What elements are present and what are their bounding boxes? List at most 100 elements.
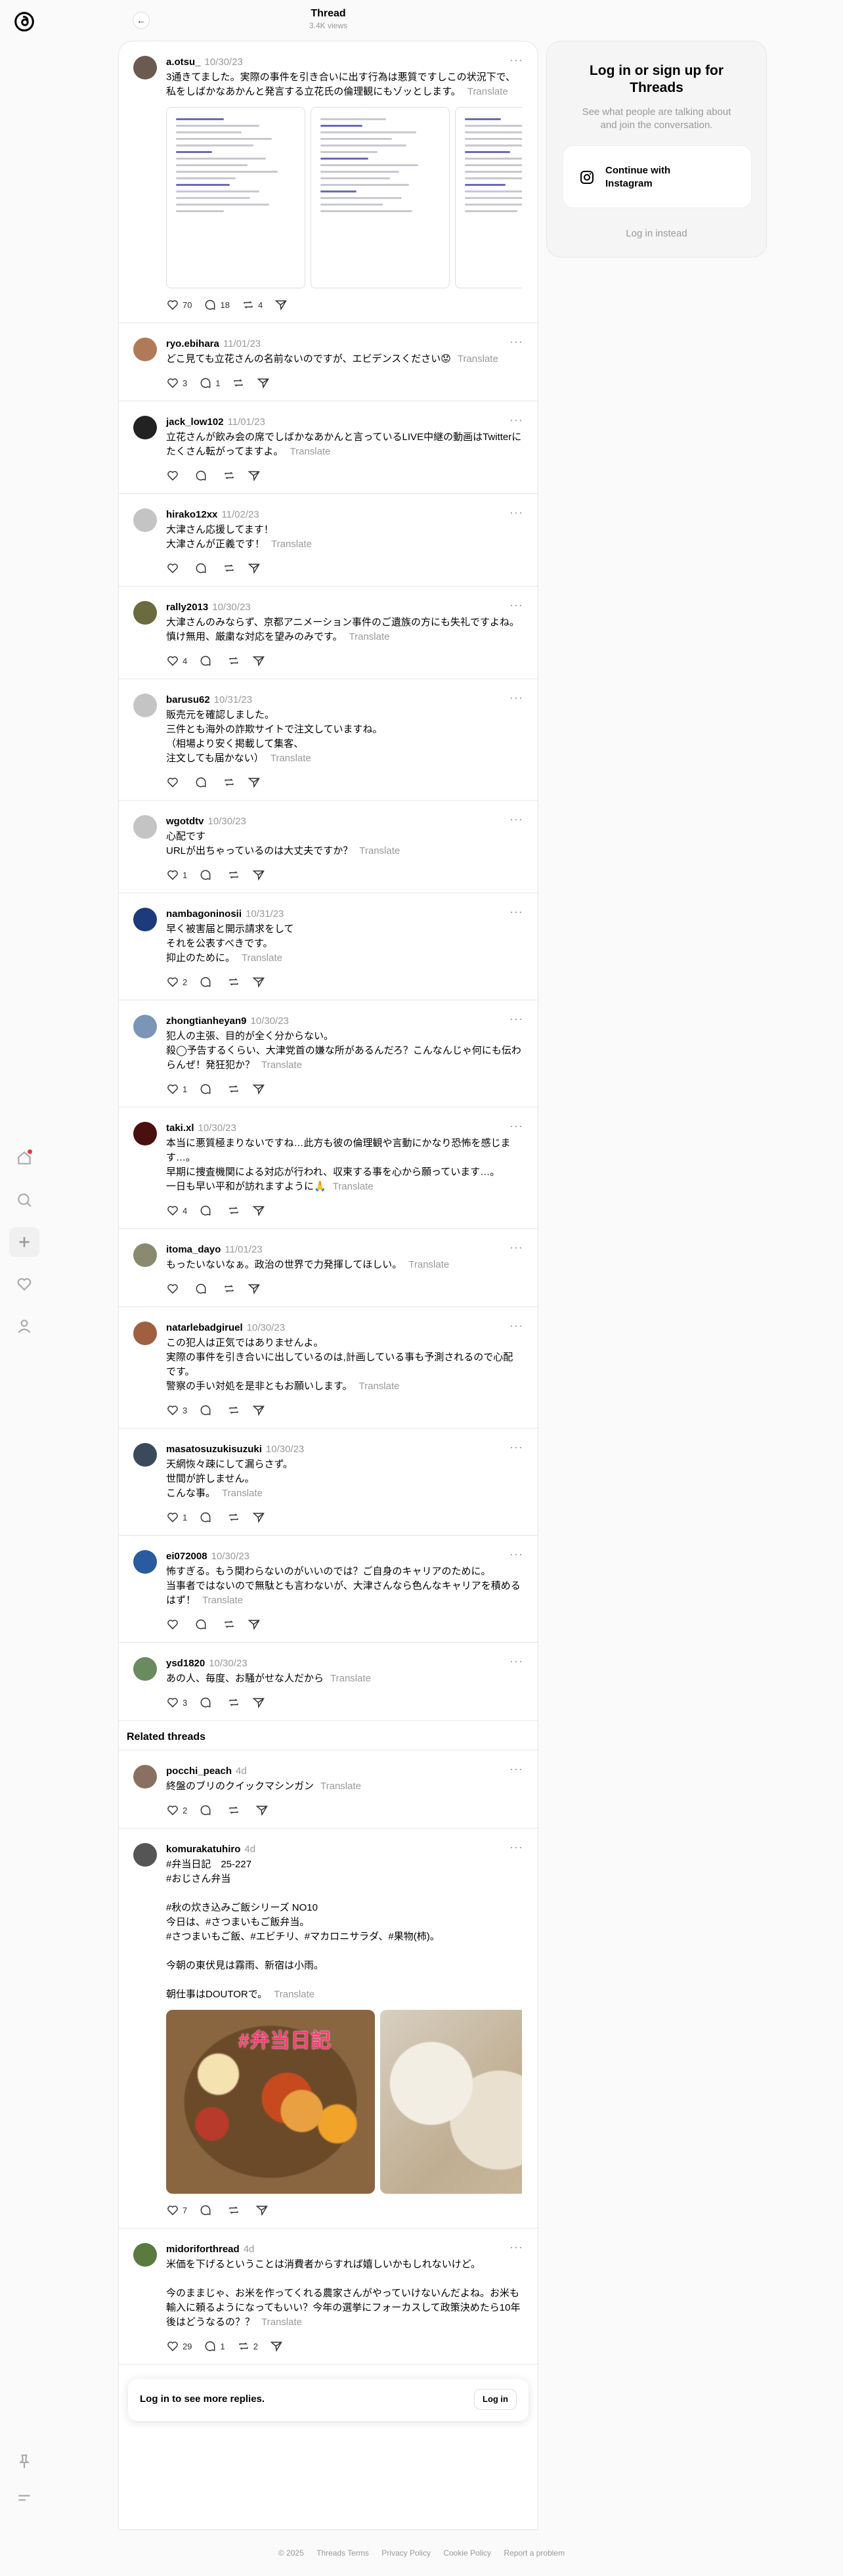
reply-button[interactable] xyxy=(199,868,215,881)
more-options-icon[interactable]: ··· xyxy=(509,1440,523,1454)
repost-button[interactable]: 2 xyxy=(237,2340,258,2353)
share-button[interactable] xyxy=(252,1082,265,1096)
reply-button[interactable] xyxy=(199,1804,215,1817)
username[interactable]: rally2013 xyxy=(166,602,208,613)
more-options-icon[interactable]: ··· xyxy=(509,335,523,349)
avatar[interactable] xyxy=(133,1657,157,1681)
share-button[interactable] xyxy=(252,868,265,881)
share-button[interactable] xyxy=(252,1696,265,1709)
continue-with-instagram-button[interactable]: Continue with Instagram xyxy=(563,145,752,208)
like-button[interactable]: 4 xyxy=(166,654,187,667)
reply-button[interactable] xyxy=(194,562,211,575)
footer-link[interactable]: Report a problem xyxy=(504,2548,565,2558)
reply-button[interactable]: 18 xyxy=(204,298,230,311)
reply-button[interactable] xyxy=(194,469,211,482)
menu-nav-button[interactable] xyxy=(9,2483,39,2513)
translate-link[interactable]: Translate xyxy=(290,446,331,457)
translate-link[interactable]: Translate xyxy=(271,539,312,550)
like-button[interactable]: 2 xyxy=(166,1804,187,1817)
avatar[interactable] xyxy=(133,1765,157,1788)
username[interactable]: nambagoninosii xyxy=(166,908,242,920)
like-button[interactable]: 1 xyxy=(166,1511,187,1524)
threads-logo-icon[interactable] xyxy=(12,9,37,34)
more-options-icon[interactable]: ··· xyxy=(509,905,523,919)
username[interactable]: ysd1820 xyxy=(166,1658,205,1669)
avatar[interactable] xyxy=(133,416,157,439)
avatar[interactable] xyxy=(133,1015,157,1038)
rice-photo[interactable] xyxy=(380,2010,522,2194)
like-button[interactable]: 3 xyxy=(166,376,187,389)
like-button[interactable] xyxy=(166,776,183,789)
search-nav-button[interactable] xyxy=(9,1185,39,1215)
avatar[interactable] xyxy=(133,694,157,717)
footer-link[interactable]: Cookie Policy xyxy=(443,2548,491,2558)
reply-button[interactable]: 1 xyxy=(204,2340,225,2353)
avatar[interactable] xyxy=(133,1243,157,1267)
translate-link[interactable]: Translate xyxy=(359,845,400,856)
repost-button[interactable] xyxy=(227,1511,240,1524)
username[interactable]: hirako12xx xyxy=(166,509,217,520)
share-button[interactable] xyxy=(248,1282,261,1295)
share-button[interactable] xyxy=(252,1404,265,1417)
translate-link[interactable]: Translate xyxy=(320,1781,361,1792)
footer-link[interactable]: Threads Terms xyxy=(316,2548,369,2558)
repost-button[interactable] xyxy=(227,868,240,881)
repost-button[interactable] xyxy=(223,1282,236,1295)
reply-button[interactable] xyxy=(199,654,215,667)
like-button[interactable] xyxy=(166,469,183,482)
more-options-icon[interactable]: ··· xyxy=(509,506,523,520)
avatar[interactable] xyxy=(133,338,157,361)
avatar[interactable] xyxy=(133,815,157,839)
share-button[interactable] xyxy=(274,298,288,311)
username[interactable]: pocchi_peach xyxy=(166,1765,232,1777)
translate-link[interactable]: Translate xyxy=(270,753,311,764)
repost-button[interactable] xyxy=(223,776,236,789)
username[interactable]: ei072008 xyxy=(166,1551,207,1562)
like-button[interactable]: 4 xyxy=(166,1204,187,1217)
reply-button[interactable] xyxy=(199,1082,215,1096)
translate-link[interactable]: Translate xyxy=(349,631,390,642)
login-with-username-link[interactable]: Log in instead xyxy=(547,228,766,239)
translate-link[interactable]: Translate xyxy=(222,1488,263,1499)
translate-link[interactable]: Translate xyxy=(467,86,508,97)
repost-button[interactable] xyxy=(223,562,236,575)
reply-button[interactable] xyxy=(199,975,215,988)
share-button[interactable] xyxy=(255,1804,269,1817)
more-options-icon[interactable]: ··· xyxy=(509,413,523,427)
activity-nav-button[interactable] xyxy=(9,1269,39,1299)
username[interactable]: ryo.ebihara xyxy=(166,338,219,349)
like-button[interactable] xyxy=(166,1282,183,1295)
avatar[interactable] xyxy=(133,908,157,931)
translate-link[interactable]: Translate xyxy=(202,1595,243,1606)
username[interactable]: jack_low102 xyxy=(166,416,224,428)
like-button[interactable]: 70 xyxy=(166,298,192,311)
more-options-icon[interactable]: ··· xyxy=(509,1319,523,1333)
more-options-icon[interactable]: ··· xyxy=(509,1012,523,1026)
like-button[interactable]: 1 xyxy=(166,868,187,881)
username[interactable]: zhongtianheyan9 xyxy=(166,1015,247,1027)
like-button[interactable]: 3 xyxy=(166,1404,187,1417)
more-options-icon[interactable]: ··· xyxy=(509,1654,523,1668)
repost-button[interactable] xyxy=(227,2204,244,2217)
repost-button[interactable] xyxy=(227,654,240,667)
repost-button[interactable] xyxy=(227,1696,240,1709)
share-button[interactable] xyxy=(257,376,270,389)
repost-button[interactable] xyxy=(223,469,236,482)
share-button[interactable] xyxy=(248,1618,261,1631)
avatar[interactable] xyxy=(133,601,157,625)
avatar[interactable] xyxy=(133,1443,157,1467)
more-options-icon[interactable]: ··· xyxy=(509,691,523,705)
repost-button[interactable] xyxy=(227,1204,240,1217)
avatar[interactable] xyxy=(133,1843,157,1867)
more-options-icon[interactable]: ··· xyxy=(509,812,523,826)
reply-button[interactable] xyxy=(194,1282,211,1295)
more-options-icon[interactable]: ··· xyxy=(509,1119,523,1133)
translate-link[interactable]: Translate xyxy=(274,1989,314,2000)
share-button[interactable] xyxy=(248,776,261,789)
create-nav-button[interactable] xyxy=(9,1227,39,1257)
image-carousel[interactable]: #弁当日記 xyxy=(166,2010,522,2194)
repost-button[interactable] xyxy=(227,1804,244,1817)
repost-button[interactable]: 4 xyxy=(242,298,263,311)
username[interactable]: midoriforthread xyxy=(166,2244,240,2255)
repost-button[interactable] xyxy=(227,1404,240,1417)
